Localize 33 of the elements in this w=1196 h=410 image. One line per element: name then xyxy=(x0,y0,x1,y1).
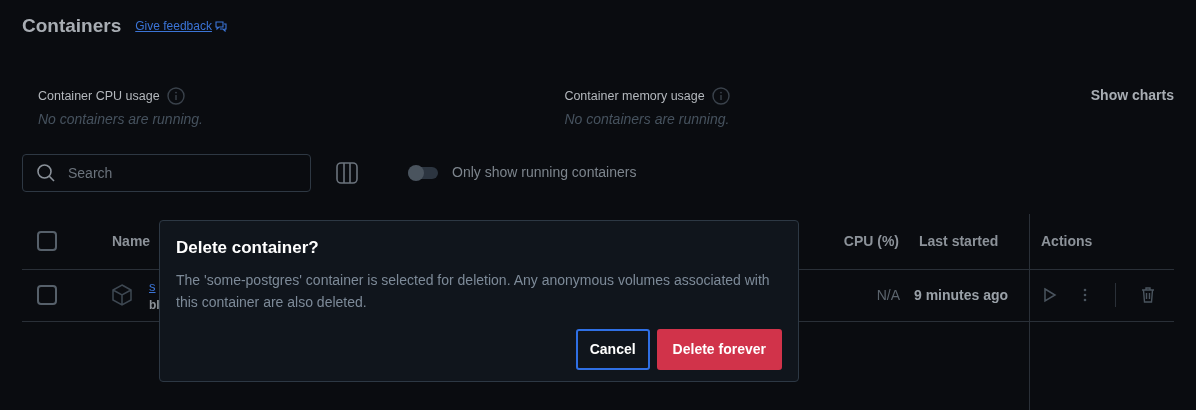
search-field[interactable]: Search xyxy=(22,153,311,192)
show-charts-link[interactable]: Show charts xyxy=(1090,84,1174,130)
empty-message: No containers are running. xyxy=(38,109,204,129)
page-title: Containers xyxy=(22,14,122,38)
empty-message: No containers are running. xyxy=(564,109,731,129)
search-icon xyxy=(36,162,56,183)
column-header: Last started xyxy=(919,231,1000,251)
table-cell-text: N/A xyxy=(876,285,900,305)
cancel-button[interactable]: Cancel xyxy=(575,328,650,370)
stat-label: Container memory usage xyxy=(564,87,705,105)
toggle-label: Only show running containers xyxy=(452,163,637,183)
dialog-title: Delete container? xyxy=(176,237,320,259)
cube-icon xyxy=(111,284,133,307)
image-name: bl xyxy=(149,297,160,314)
column-header: CPU (%) xyxy=(843,231,899,251)
chat-icon xyxy=(215,20,228,33)
dialog-message: The 'some-postgres' container is selected for deletion. Any anonymous volumes associated with this container are also deleted. xyxy=(176,270,771,312)
stat-label: Container CPU usage xyxy=(38,87,160,105)
delete-button[interactable]: Delete forever xyxy=(656,328,782,370)
toggle-switch[interactable] xyxy=(408,166,438,179)
trash-icon[interactable] xyxy=(1141,287,1155,304)
table-cell-text: 9 minutes ago xyxy=(914,285,1010,305)
select-all-checkbox[interactable] xyxy=(37,231,57,252)
column-header: Actions xyxy=(1040,231,1094,251)
row-checkbox[interactable] xyxy=(37,285,57,306)
info-icon[interactable] xyxy=(166,86,185,105)
container-link[interactable]: s xyxy=(149,276,160,296)
feedback-link[interactable]: Give feedback xyxy=(135,17,228,36)
columns-icon[interactable] xyxy=(336,161,358,184)
play-icon[interactable] xyxy=(1043,287,1057,304)
info-icon[interactable] xyxy=(711,86,730,105)
column-header: Name xyxy=(112,231,151,251)
more-icon[interactable] xyxy=(1083,288,1087,303)
